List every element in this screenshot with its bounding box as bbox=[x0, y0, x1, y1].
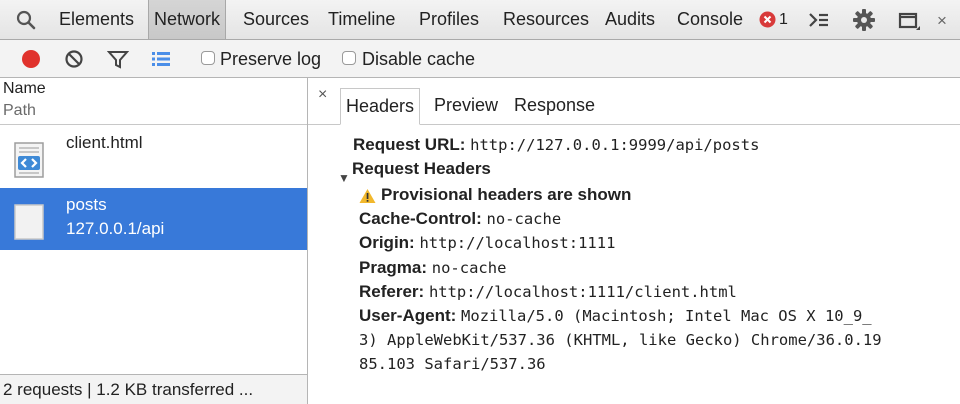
disable-cache-label[interactable]: Disable cache bbox=[362, 40, 475, 78]
header-row-pragma: Pragma: no-cache bbox=[359, 258, 506, 278]
request-name: posts bbox=[66, 195, 107, 214]
request-name: client.html bbox=[66, 133, 143, 152]
console-drawer-icon[interactable] bbox=[807, 8, 831, 32]
tab-resources[interactable]: Resources bbox=[503, 0, 589, 39]
header-value: http://localhost:1111 bbox=[419, 234, 616, 252]
tab-timeline[interactable]: Timeline bbox=[328, 0, 395, 39]
header-value: http://localhost:1111/client.html bbox=[428, 283, 737, 301]
header-value: no-cache bbox=[431, 259, 507, 277]
tab-preview[interactable]: Preview bbox=[434, 95, 498, 116]
request-row-client-html[interactable]: client.html bbox=[0, 126, 307, 188]
warning-icon bbox=[359, 189, 376, 203]
request-url-label: Request URL: bbox=[353, 135, 466, 154]
search-icon[interactable] bbox=[14, 8, 38, 32]
tab-console[interactable]: Console bbox=[677, 0, 743, 39]
tab-headers[interactable]: Headers bbox=[340, 88, 421, 125]
close-icon[interactable]: × bbox=[937, 0, 947, 39]
tab-profiles[interactable]: Profiles bbox=[419, 0, 479, 39]
dock-icon[interactable] bbox=[897, 8, 921, 32]
tab-response[interactable]: Response bbox=[514, 95, 595, 116]
header-key: Pragma: bbox=[359, 258, 428, 277]
provisional-headers-warning: Provisional headers are shown bbox=[381, 185, 631, 205]
preserve-log-label[interactable]: Preserve log bbox=[220, 40, 321, 78]
record-icon[interactable] bbox=[20, 48, 42, 70]
error-icon[interactable] bbox=[759, 11, 776, 28]
request-headers-label: Request Headers bbox=[352, 159, 491, 178]
filter-icon[interactable] bbox=[107, 48, 129, 70]
close-detail-icon[interactable]: × bbox=[318, 86, 327, 104]
large-rows-icon[interactable] bbox=[150, 48, 172, 70]
header-row-user-agent: User-Agent: Mozilla/5.0 (Macintosh; Inte… bbox=[359, 306, 872, 326]
header-value: no-cache bbox=[486, 210, 562, 228]
header-key: Origin: bbox=[359, 233, 415, 252]
tab-network[interactable]: Network bbox=[148, 0, 227, 39]
tab-audits[interactable]: Audits bbox=[605, 0, 655, 39]
network-toolbar: Preserve log Disable cache bbox=[0, 40, 960, 78]
provisional-warning-text: Provisional headers are shown bbox=[381, 185, 632, 204]
request-row-posts[interactable]: posts 127.0.0.1/api bbox=[0, 188, 307, 250]
error-count[interactable]: 1 bbox=[779, 0, 788, 39]
html-file-icon bbox=[14, 142, 44, 178]
disable-cache-checkbox[interactable] bbox=[342, 51, 356, 65]
header-row-cache-control: Cache-Control: no-cache bbox=[359, 209, 561, 229]
status-bar: 2 requests | 1.2 KB transferred ... bbox=[0, 374, 307, 404]
tab-sources[interactable]: Sources bbox=[243, 0, 309, 39]
devtools-tab-bar: Elements Network Sources Timeline Profil… bbox=[0, 0, 960, 40]
column-header-name[interactable]: Name Path bbox=[0, 78, 307, 125]
user-agent-continuation: 3) AppleWebKit/537.36 (KHTML, like Gecko… bbox=[359, 331, 882, 349]
header-key: User-Agent: bbox=[359, 306, 457, 325]
gear-icon[interactable] bbox=[852, 8, 876, 32]
detail-tab-bar: × Headers Preview Response bbox=[308, 78, 960, 125]
tab-elements[interactable]: Elements bbox=[59, 0, 134, 39]
column-path-label: Path bbox=[3, 102, 36, 119]
request-headers-section[interactable]: Request Headers bbox=[352, 159, 491, 179]
column-name-label: Name bbox=[3, 80, 46, 97]
header-key: Cache-Control: bbox=[359, 209, 482, 228]
header-value: Mozilla/5.0 (Macintosh; Intel Mac OS X 1… bbox=[461, 307, 872, 325]
header-row-origin: Origin: http://localhost:1111 bbox=[359, 233, 615, 253]
clear-icon[interactable] bbox=[63, 48, 85, 70]
request-list-pane: Name Path client.html posts 127.0.0.1/ap… bbox=[0, 78, 308, 404]
document-icon bbox=[14, 204, 44, 240]
request-url-value[interactable]: http://127.0.0.1:9999/api/posts bbox=[470, 136, 759, 154]
request-path: 127.0.0.1/api bbox=[66, 219, 165, 238]
header-row-referer: Referer: http://localhost:1111/client.ht… bbox=[359, 282, 737, 302]
user-agent-continuation: 85.103 Safari/537.36 bbox=[359, 355, 546, 373]
header-key: Referer: bbox=[359, 282, 425, 301]
request-url-row: Request URL: http://127.0.0.1:9999/api/p… bbox=[353, 135, 759, 155]
collapse-triangle-icon[interactable]: ▼ bbox=[338, 171, 350, 185]
request-detail-pane: × Headers Preview Response Request URL: … bbox=[308, 78, 960, 404]
preserve-log-checkbox[interactable] bbox=[201, 51, 215, 65]
